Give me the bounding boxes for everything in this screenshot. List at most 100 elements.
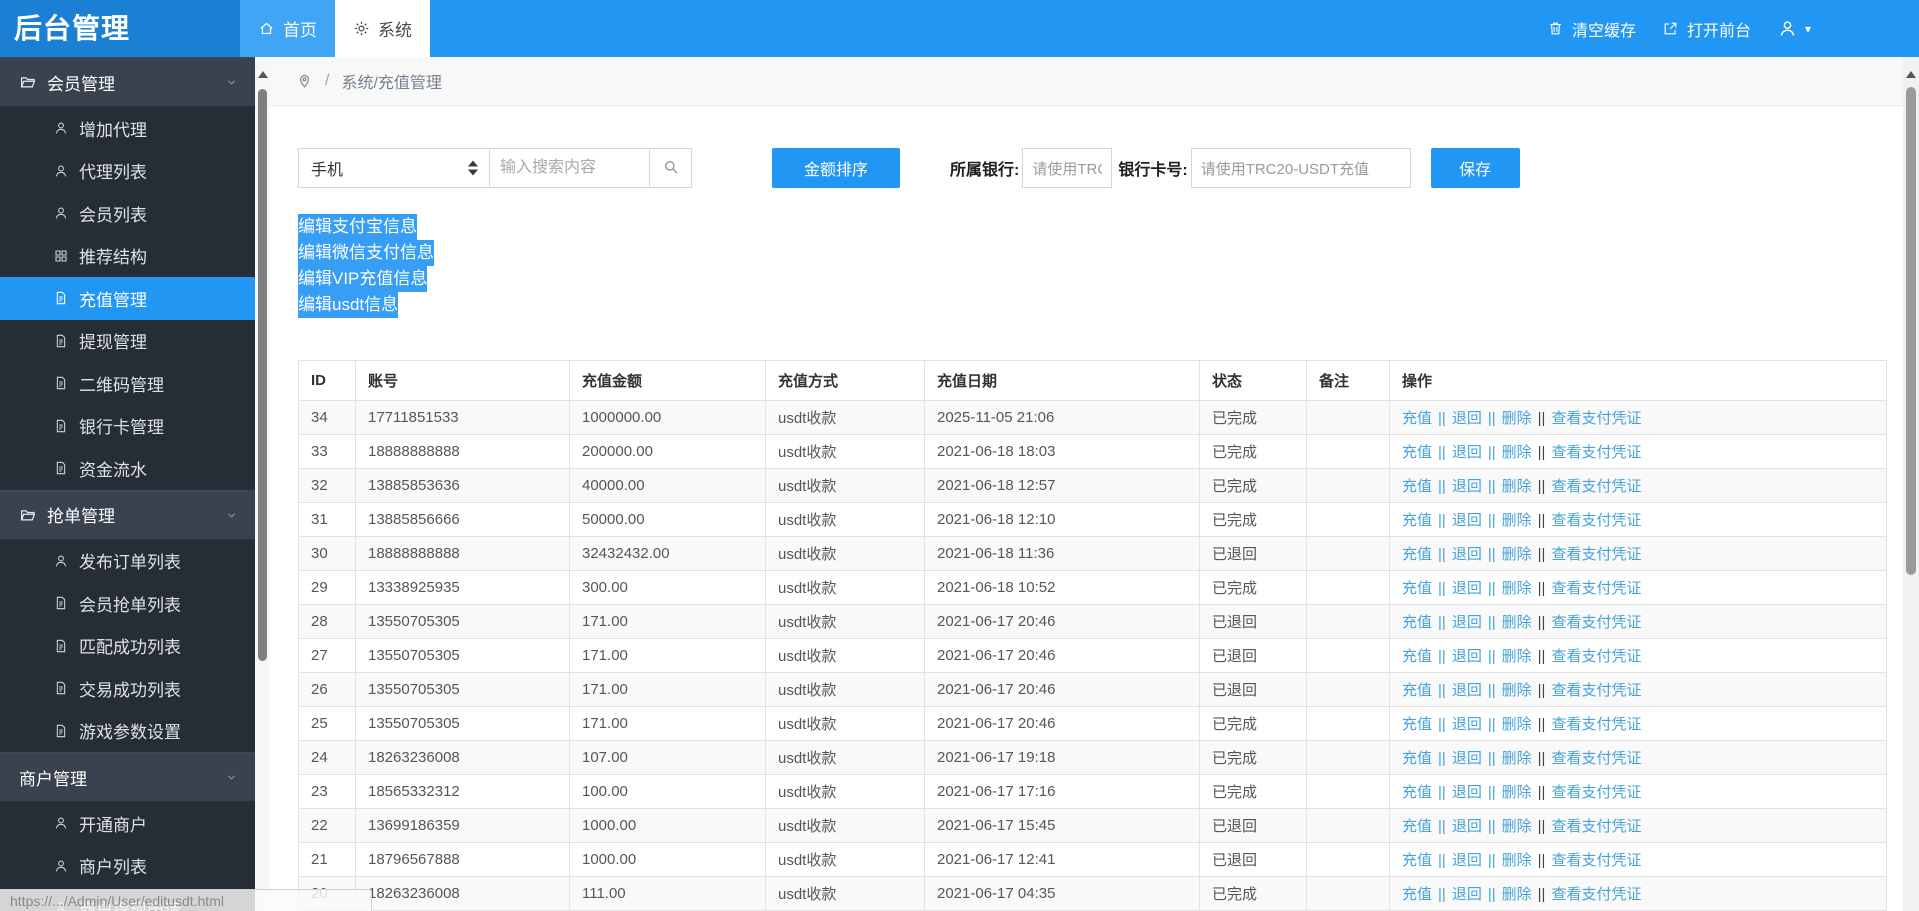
bank-input[interactable] [1022, 148, 1113, 188]
sidebar-item-qrcode-management[interactable]: 二维码管理 [0, 362, 255, 405]
page-scrollbar-thumb[interactable] [1906, 87, 1916, 575]
sidebar-item-recharge-management[interactable]: 充值管理 [0, 277, 255, 320]
sidebar-scrollbar-thumb[interactable] [258, 89, 267, 661]
card-number-input[interactable] [1190, 148, 1411, 188]
sidebar-item-publish-order-list[interactable]: 发布订单列表 [0, 540, 255, 583]
delete-link[interactable]: 删除 [1502, 716, 1532, 733]
delete-link[interactable]: 删除 [1502, 750, 1532, 767]
return-link[interactable]: 退回 [1452, 546, 1482, 563]
sidebar-group-merchant-management[interactable]: 商户管理 [0, 752, 255, 802]
delete-link[interactable]: 删除 [1502, 444, 1532, 461]
view-voucher-link[interactable]: 查看支付凭证 [1551, 444, 1641, 461]
sidebar-item-add-agent[interactable]: 增加代理 [0, 107, 255, 150]
edit-alipay-link[interactable]: 编辑支付宝信息 [298, 214, 417, 240]
sidebar-item-bankcard-management[interactable]: 银行卡管理 [0, 405, 255, 448]
return-link[interactable]: 退回 [1452, 886, 1482, 903]
recharge-link[interactable]: 充值 [1402, 784, 1432, 801]
sidebar-item-fund-flow[interactable]: 资金流水 [0, 447, 255, 490]
sidebar-item-member-list[interactable]: 会员列表 [0, 192, 255, 235]
recharge-link[interactable]: 充值 [1402, 886, 1432, 903]
recharge-link[interactable]: 充值 [1402, 716, 1432, 733]
return-link[interactable]: 退回 [1452, 750, 1482, 767]
return-link[interactable]: 退回 [1452, 716, 1482, 733]
user-menu[interactable]: ▾ [1777, 18, 1811, 39]
scroll-up-arrow-icon[interactable] [1906, 71, 1916, 78]
delete-link[interactable]: 删除 [1502, 784, 1532, 801]
delete-link[interactable]: 删除 [1502, 682, 1532, 699]
save-button[interactable]: 保存 [1430, 148, 1520, 188]
view-voucher-link[interactable]: 查看支付凭证 [1551, 546, 1641, 563]
recharge-link[interactable]: 充值 [1402, 682, 1432, 699]
delete-link[interactable]: 删除 [1502, 410, 1532, 427]
edit-vip-link[interactable]: 编辑VIP充值信息 [298, 266, 428, 292]
sidebar-item-referral-structure[interactable]: 推荐结构 [0, 235, 255, 278]
delete-link[interactable]: 删除 [1502, 648, 1532, 665]
view-voucher-link[interactable]: 查看支付凭证 [1551, 818, 1641, 835]
view-voucher-link[interactable]: 查看支付凭证 [1551, 784, 1641, 801]
sidebar-item-trade-success-list[interactable]: 交易成功列表 [0, 667, 255, 710]
tab-system[interactable]: 系统 [335, 0, 430, 57]
view-voucher-link[interactable]: 查看支付凭证 [1551, 410, 1641, 427]
delete-link[interactable]: 删除 [1502, 614, 1532, 631]
open-frontend-button[interactable]: 打开前台 [1662, 17, 1751, 41]
return-link[interactable]: 退回 [1452, 614, 1482, 631]
view-voucher-link[interactable]: 查看支付凭证 [1551, 580, 1641, 597]
return-link[interactable]: 退回 [1452, 580, 1482, 597]
delete-link[interactable]: 删除 [1502, 852, 1532, 869]
recharge-link[interactable]: 充值 [1402, 410, 1432, 427]
edit-usdt-link[interactable]: 编辑usdt信息 [298, 292, 399, 318]
tab-home[interactable]: 首页 [240, 0, 335, 57]
page-scrollbar[interactable] [1903, 57, 1919, 911]
search-field-select[interactable]: 手机 [298, 148, 490, 188]
delete-link[interactable]: 删除 [1502, 478, 1532, 495]
delete-link[interactable]: 删除 [1502, 886, 1532, 903]
search-button[interactable] [650, 148, 692, 188]
delete-link[interactable]: 删除 [1502, 580, 1532, 597]
view-voucher-link[interactable]: 查看支付凭证 [1551, 682, 1641, 699]
return-link[interactable]: 退回 [1452, 410, 1482, 427]
recharge-link[interactable]: 充值 [1402, 580, 1432, 597]
sidebar-group-grab-order-management[interactable]: 抢单管理 [0, 489, 255, 540]
recharge-link[interactable]: 充值 [1402, 852, 1432, 869]
view-voucher-link[interactable]: 查看支付凭证 [1551, 750, 1641, 767]
sidebar-item-agent-list[interactable]: 代理列表 [0, 150, 255, 193]
delete-link[interactable]: 删除 [1502, 818, 1532, 835]
return-link[interactable]: 退回 [1452, 512, 1482, 529]
edit-wechat-link[interactable]: 编辑微信支付信息 [298, 240, 434, 266]
sidebar-item-merchant-list[interactable]: 商户列表 [0, 845, 255, 888]
sidebar-item-member-grab-list[interactable]: 会员抢单列表 [0, 582, 255, 625]
return-link[interactable]: 退回 [1452, 444, 1482, 461]
recharge-link[interactable]: 充值 [1402, 512, 1432, 529]
view-voucher-link[interactable]: 查看支付凭证 [1551, 614, 1641, 631]
sidebar-item-game-param-settings[interactable]: 游戏参数设置 [0, 710, 255, 753]
view-voucher-link[interactable]: 查看支付凭证 [1551, 648, 1641, 665]
recharge-link[interactable]: 充值 [1402, 750, 1432, 767]
scroll-up-arrow-icon[interactable] [257, 71, 268, 78]
return-link[interactable]: 退回 [1452, 648, 1482, 665]
view-voucher-link[interactable]: 查看支付凭证 [1551, 478, 1641, 495]
view-voucher-link[interactable]: 查看支付凭证 [1551, 886, 1641, 903]
clear-cache-button[interactable]: 清空缓存 [1547, 17, 1636, 41]
recharge-link[interactable]: 充值 [1402, 648, 1432, 665]
view-voucher-link[interactable]: 查看支付凭证 [1551, 716, 1641, 733]
delete-link[interactable]: 删除 [1502, 512, 1532, 529]
return-link[interactable]: 退回 [1452, 478, 1482, 495]
sidebar-scrollbar[interactable] [255, 57, 270, 911]
sidebar-item-match-success-list[interactable]: 匹配成功列表 [0, 625, 255, 668]
recharge-link[interactable]: 充值 [1402, 478, 1432, 495]
sidebar-group-member-management[interactable]: 会员管理 [0, 57, 255, 107]
sidebar-item-withdraw-management[interactable]: 提现管理 [0, 320, 255, 363]
sidebar-item-open-merchant[interactable]: 开通商户 [0, 802, 255, 845]
view-voucher-link[interactable]: 查看支付凭证 [1551, 852, 1641, 869]
view-voucher-link[interactable]: 查看支付凭证 [1551, 512, 1641, 529]
amount-sort-button[interactable]: 金额排序 [772, 148, 900, 188]
delete-link[interactable]: 删除 [1502, 546, 1532, 563]
recharge-link[interactable]: 充值 [1402, 444, 1432, 461]
recharge-link[interactable]: 充值 [1402, 614, 1432, 631]
return-link[interactable]: 退回 [1452, 818, 1482, 835]
search-input[interactable] [490, 148, 650, 188]
return-link[interactable]: 退回 [1452, 784, 1482, 801]
recharge-link[interactable]: 充值 [1402, 818, 1432, 835]
return-link[interactable]: 退回 [1452, 852, 1482, 869]
recharge-link[interactable]: 充值 [1402, 546, 1432, 563]
